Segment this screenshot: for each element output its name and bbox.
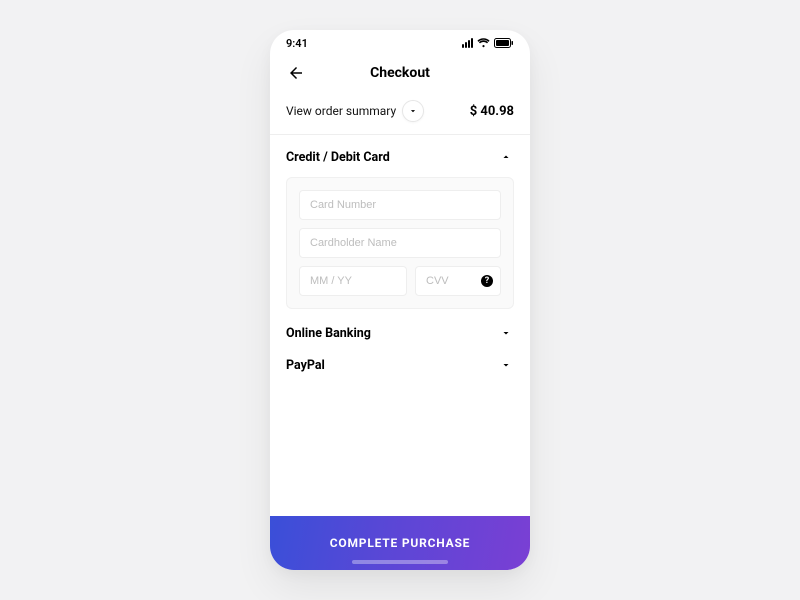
paypal-title: PayPal	[286, 358, 325, 373]
home-indicator	[352, 560, 448, 564]
card-number-input[interactable]	[299, 190, 501, 220]
cardholder-name-input[interactable]	[299, 228, 501, 258]
complete-purchase-label: COMPLETE PURCHASE	[330, 536, 470, 550]
status-time: 9:41	[286, 37, 308, 50]
back-button[interactable]	[284, 61, 308, 85]
card-section-title: Credit / Debit Card	[286, 150, 390, 165]
status-bar: 9:41	[270, 30, 530, 56]
order-summary-toggle[interactable]	[402, 100, 424, 122]
order-total: $ 40.98	[470, 104, 514, 119]
battery-icon	[494, 38, 514, 48]
arrow-left-icon	[287, 64, 305, 82]
card-section-toggle[interactable]: Credit / Debit Card	[286, 149, 514, 165]
cellular-icon	[462, 38, 473, 48]
phone-frame: 9:41 Checkout View order summary $ 40.98	[270, 30, 530, 570]
page-title: Checkout	[370, 65, 430, 81]
chevron-down-icon	[498, 357, 514, 373]
paypal-toggle[interactable]: PayPal	[286, 357, 514, 373]
header: Checkout	[270, 56, 530, 90]
card-section: Credit / Debit Card ?	[270, 135, 530, 309]
online-banking-title: Online Banking	[286, 326, 371, 341]
chevron-down-icon	[498, 325, 514, 341]
status-indicators	[462, 38, 514, 48]
card-form: ?	[286, 177, 514, 309]
chevron-up-icon	[498, 149, 514, 165]
chevron-down-icon	[408, 106, 418, 116]
order-summary-row: View order summary $ 40.98	[270, 90, 530, 135]
cvv-help-icon[interactable]: ?	[481, 275, 493, 287]
online-banking-toggle[interactable]: Online Banking	[286, 325, 514, 341]
order-summary-label: View order summary	[286, 104, 396, 118]
card-expiry-input[interactable]	[299, 266, 407, 296]
wifi-icon	[477, 38, 490, 48]
complete-purchase-button[interactable]: COMPLETE PURCHASE	[270, 516, 530, 570]
